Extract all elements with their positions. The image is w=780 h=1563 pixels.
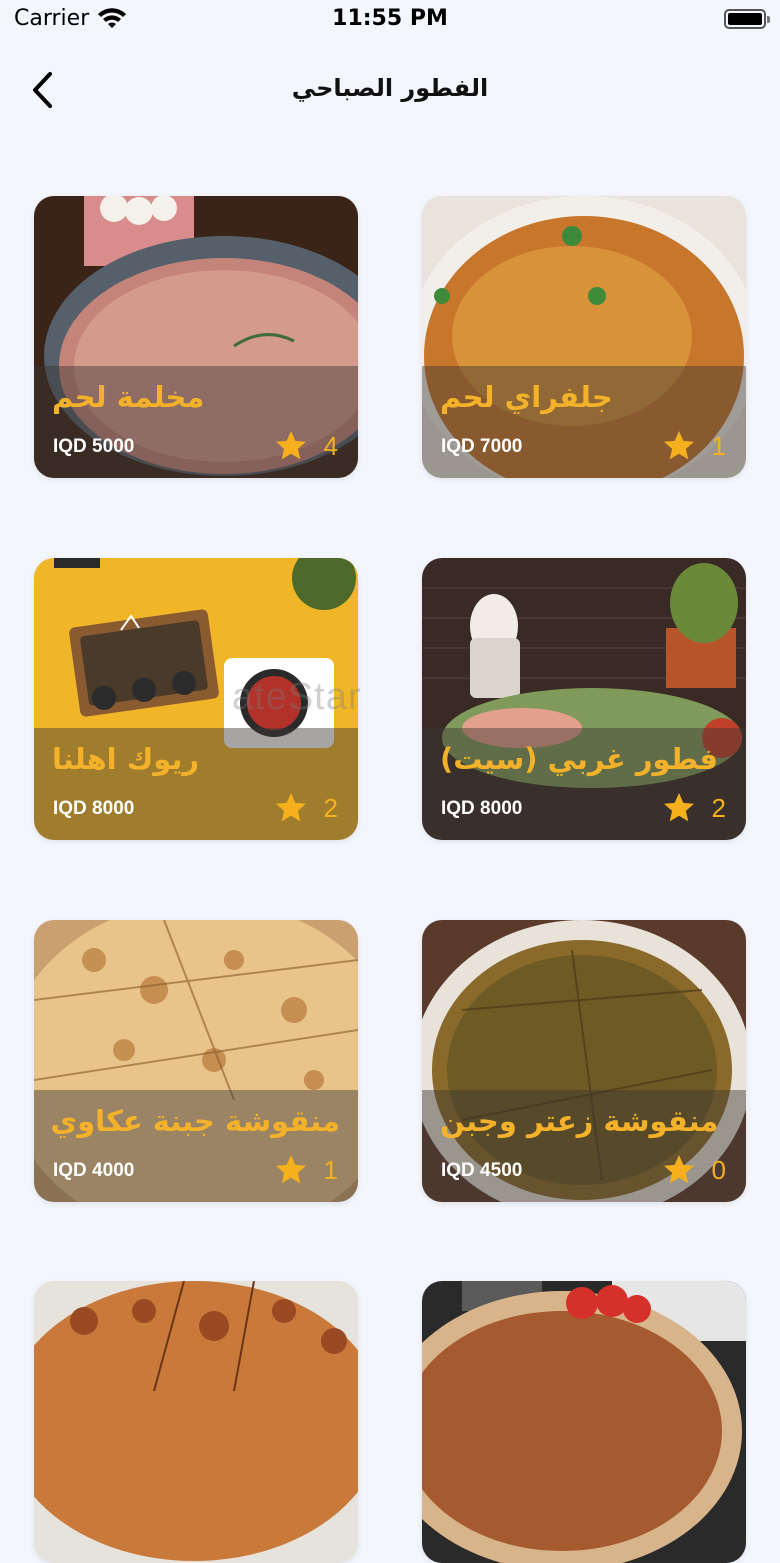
rating-value: 1 [323,1154,338,1185]
menu-item-card[interactable]: منقوشة زعتر وجبن IQD 4500 0 [422,920,746,1202]
menu-item-card[interactable]: فطور غربي (سيت) IQD 8000 2 [422,558,746,840]
item-name: منقوشة زعتر وجبن [440,1104,719,1138]
item-price: IQD 4000 [53,1160,135,1181]
item-rating: 2 [272,790,338,826]
item-rating: 0 [660,1152,726,1188]
item-price: IQD 5000 [53,436,135,457]
star-icon [275,793,306,822]
item-rating: 1 [272,1152,338,1188]
star-icon [663,1155,694,1184]
item-rating: 2 [660,790,726,826]
star-icon [275,1155,306,1184]
rating-value: 2 [711,792,726,823]
menu-item-card[interactable] [422,1281,746,1563]
menu-item-card[interactable] [34,1281,358,1563]
item-name: مخلمة لحم [52,380,205,414]
item-rating: 4 [272,428,338,464]
item-name: فطور غربي (سيت) [440,742,718,776]
menu-grid: مخلمة لحم IQD 5000 4 جلفراي لحم IQD 7000… [0,0,780,1563]
rating-value: 2 [323,792,338,823]
menu-item-card[interactable]: منقوشة جبنة عكاوي IQD 4000 1 [34,920,358,1202]
food-photo [422,1281,746,1563]
item-price: IQD 8000 [441,798,523,819]
watermark: ateStar [232,676,362,718]
item-name: منقوشة جبنة عكاوي [50,1104,340,1138]
item-name: جلفراي لحم [440,380,613,414]
star-icon [663,793,694,822]
rating-value: 1 [711,430,726,461]
menu-item-card[interactable]: مخلمة لحم IQD 5000 4 [34,196,358,478]
item-price: IQD 4500 [441,1160,523,1181]
rating-value: 0 [711,1154,726,1185]
food-photo [34,1281,358,1563]
star-icon [275,431,306,460]
rating-value: 4 [323,430,338,461]
item-rating: 1 [660,428,726,464]
star-icon [663,431,694,460]
item-price: IQD 8000 [53,798,135,819]
item-price: IQD 7000 [441,436,523,457]
menu-item-card[interactable]: جلفراي لحم IQD 7000 1 [422,196,746,478]
item-name: ريوك اهلنا [52,742,200,776]
